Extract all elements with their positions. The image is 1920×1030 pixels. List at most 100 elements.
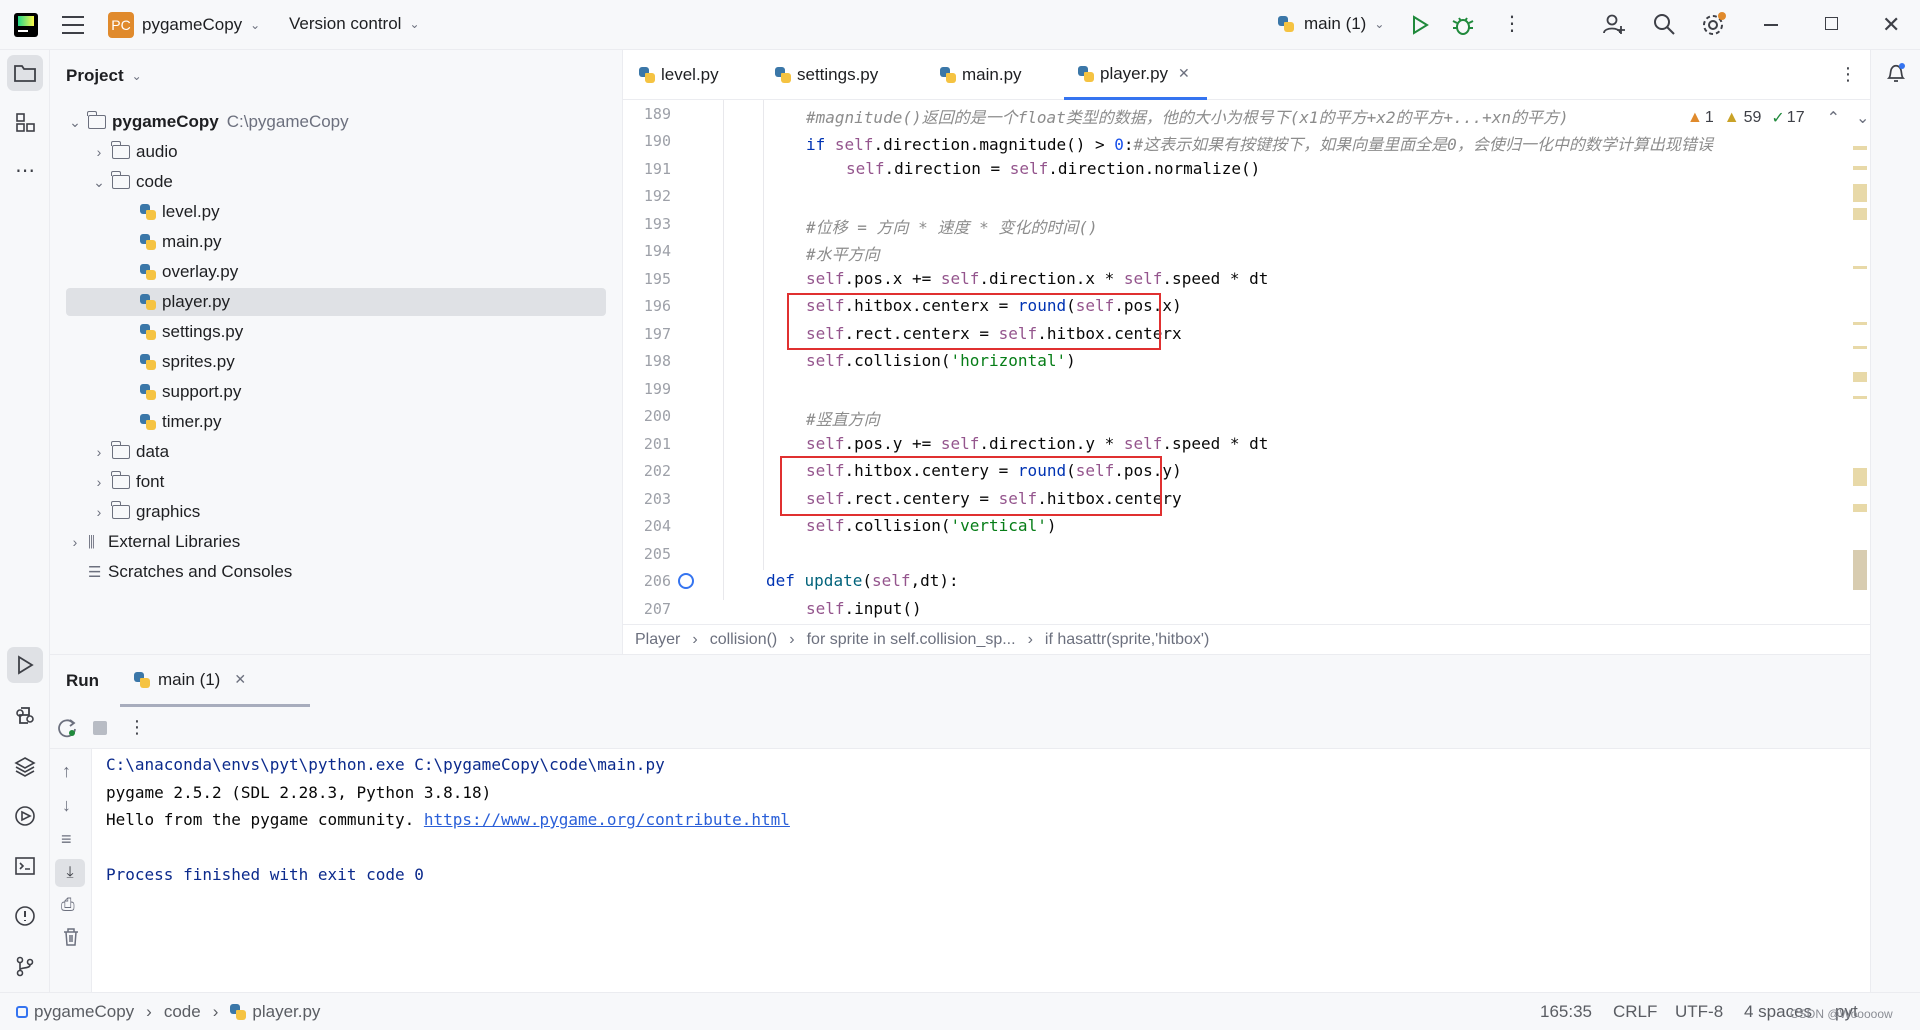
more-actions-icon[interactable]: ⋮ [1502, 14, 1522, 34]
tab-settings-py[interactable]: settings.py [775, 50, 878, 100]
project-widget[interactable]: PC pygameCopy ⌄ [108, 12, 260, 38]
python-icon [1278, 16, 1294, 32]
tree-item-data[interactable]: › data [90, 438, 169, 466]
version-control-widget[interactable]: Version control ⌄ [289, 14, 420, 34]
inspections-widget[interactable]: ▲ 1 ▲ 59 ✓ 17 ⌃ ⌄ [1687, 108, 1869, 128]
project-badge: PC [108, 12, 134, 38]
chevron-right-icon: › [789, 630, 795, 648]
tree-item-overlay-py[interactable]: overlay.py [140, 258, 238, 286]
chevron-right-icon: › [212, 1002, 219, 1021]
project-panel-header[interactable]: Project ⌄ [66, 66, 142, 86]
tree-item-graphics[interactable]: › graphics [90, 498, 200, 526]
file-encoding[interactable]: UTF-8 [1675, 1002, 1723, 1022]
tree-item-scratches[interactable]: ☰ Scratches and Consoles [84, 558, 292, 586]
more-options-icon[interactable]: ⋮ [128, 717, 146, 738]
tree-item-label: sprites.py [162, 352, 235, 371]
python-packages-tool-button[interactable] [7, 698, 43, 734]
rerun-button[interactable] [56, 717, 78, 744]
breadcrumb-item[interactable]: Player [635, 631, 680, 649]
soft-wrap-icon[interactable]: ≡ [61, 829, 72, 850]
tree-item-settings-py[interactable]: settings.py [140, 318, 243, 346]
search-icon[interactable] [1652, 12, 1676, 41]
override-gutter-icon[interactable] [678, 573, 694, 589]
run-tab-main[interactable]: main (1) ✕ [120, 655, 310, 707]
python-icon [134, 671, 150, 688]
tab-options-icon[interactable]: ⋮ [1839, 64, 1857, 85]
tab-main-py[interactable]: main.py [940, 50, 1022, 100]
status-path-item[interactable]: player.py [252, 1002, 320, 1022]
restore-window-icon[interactable] [1825, 17, 1838, 30]
python-file-icon [140, 294, 156, 310]
notifications-button[interactable] [1878, 55, 1914, 91]
tree-item-font[interactable]: › font [90, 468, 164, 496]
print-icon[interactable]: ⎙ [61, 895, 75, 915]
run-button[interactable] [1410, 14, 1430, 36]
pycharm-logo-icon[interactable] [14, 13, 38, 37]
caret-position[interactable]: 165:35 [1540, 1002, 1592, 1022]
tab-level-py[interactable]: level.py [639, 50, 719, 100]
more-tools-icon[interactable]: ⋯ [7, 152, 43, 188]
chevron-down-icon[interactable]: ⌄ [1856, 108, 1869, 128]
breadcrumb-item[interactable]: for sprite in self.collision_sp... [807, 631, 1016, 649]
tree-item-label: audio [136, 142, 178, 161]
code-with-me-icon[interactable] [1602, 12, 1626, 41]
terminal-tool-button[interactable] [7, 848, 43, 884]
problems-tool-button[interactable] [7, 898, 43, 934]
run-config-label: main (1) [1304, 14, 1367, 33]
trash-icon[interactable] [62, 927, 80, 952]
line-number: 204 [643, 517, 671, 535]
scroll-to-end-icon[interactable]: ⤓ [55, 859, 85, 887]
status-path-item[interactable]: pygameCopy [34, 1002, 134, 1022]
stop-button[interactable] [93, 721, 107, 735]
tab-player-py[interactable]: player.py ✕ [1064, 50, 1207, 100]
settings-gear-icon[interactable] [1701, 12, 1727, 43]
run-tool-button[interactable] [7, 647, 43, 683]
python-file-icon [140, 324, 156, 340]
breadcrumb-item[interactable]: collision() [710, 631, 778, 649]
line-number: 190 [643, 132, 671, 150]
console-exit-message: Process finished with exit code 0 [106, 865, 424, 884]
tree-root[interactable]: ⌄ pygameCopy C:\pygameCopy [66, 108, 349, 136]
tree-item-external-libraries[interactable]: › ⫼ External Libraries [66, 528, 241, 556]
debug-button[interactable] [1452, 13, 1474, 37]
git-tool-button[interactable] [7, 948, 43, 984]
tree-item-player-py[interactable]: player.py [66, 288, 606, 316]
layers-tool-button[interactable] [7, 748, 43, 784]
code-editor[interactable]: ▲ 1 ▲ 59 ✓ 17 ⌃ ⌄ 189 190 191 192 193 19… [623, 100, 1870, 624]
tree-item-timer-py[interactable]: timer.py [140, 408, 222, 436]
tree-item-main-py[interactable]: main.py [140, 228, 222, 256]
line-number: 206 [643, 572, 671, 590]
structure-tool-button[interactable] [7, 104, 43, 140]
services-tool-button[interactable] [7, 798, 43, 834]
line-separator[interactable]: CRLF [1613, 1002, 1657, 1022]
status-path-item[interactable]: code [164, 1002, 201, 1022]
minimize-window-icon[interactable] [1764, 24, 1778, 26]
line-number: 189 [643, 105, 671, 123]
arrow-up-icon[interactable]: ↑ [62, 761, 71, 782]
tree-item-support-py[interactable]: support.py [140, 378, 241, 406]
tree-item-level-py[interactable]: level.py [140, 198, 220, 226]
tree-item-sprites-py[interactable]: sprites.py [140, 348, 235, 376]
arrow-down-icon[interactable]: ↓ [62, 795, 71, 816]
close-tab-icon[interactable]: ✕ [234, 671, 246, 688]
chevron-up-icon[interactable]: ⌃ [1827, 108, 1840, 128]
terminal-icon [15, 857, 35, 875]
check-icon: ✓ [1771, 110, 1785, 127]
close-tab-icon[interactable]: ✕ [1178, 65, 1190, 82]
tree-item-audio[interactable]: › audio [90, 138, 178, 166]
run-config-widget[interactable]: main (1) ⌄ [1278, 14, 1384, 34]
console-link[interactable]: https://www.pygame.org/contribute.html [424, 810, 790, 829]
tree-item-code[interactable]: ⌄ code [90, 168, 173, 196]
project-tool-button[interactable] [7, 55, 43, 91]
editor-scrollbar[interactable] [1853, 140, 1867, 620]
line-number: 202 [643, 462, 671, 480]
tree-item-label: level.py [162, 202, 220, 221]
python-file-icon [140, 384, 156, 400]
close-window-icon[interactable]: ✕ [1882, 12, 1900, 38]
tree-item-label: overlay.py [162, 262, 239, 281]
breadcrumb-item[interactable]: if hasattr(sprite,'hitbox') [1045, 631, 1209, 649]
python-file-icon [140, 264, 156, 280]
code-comment: #竖直方向 [806, 410, 880, 429]
typo-count: 17 [1786, 109, 1805, 126]
main-menu-icon[interactable] [62, 14, 84, 34]
